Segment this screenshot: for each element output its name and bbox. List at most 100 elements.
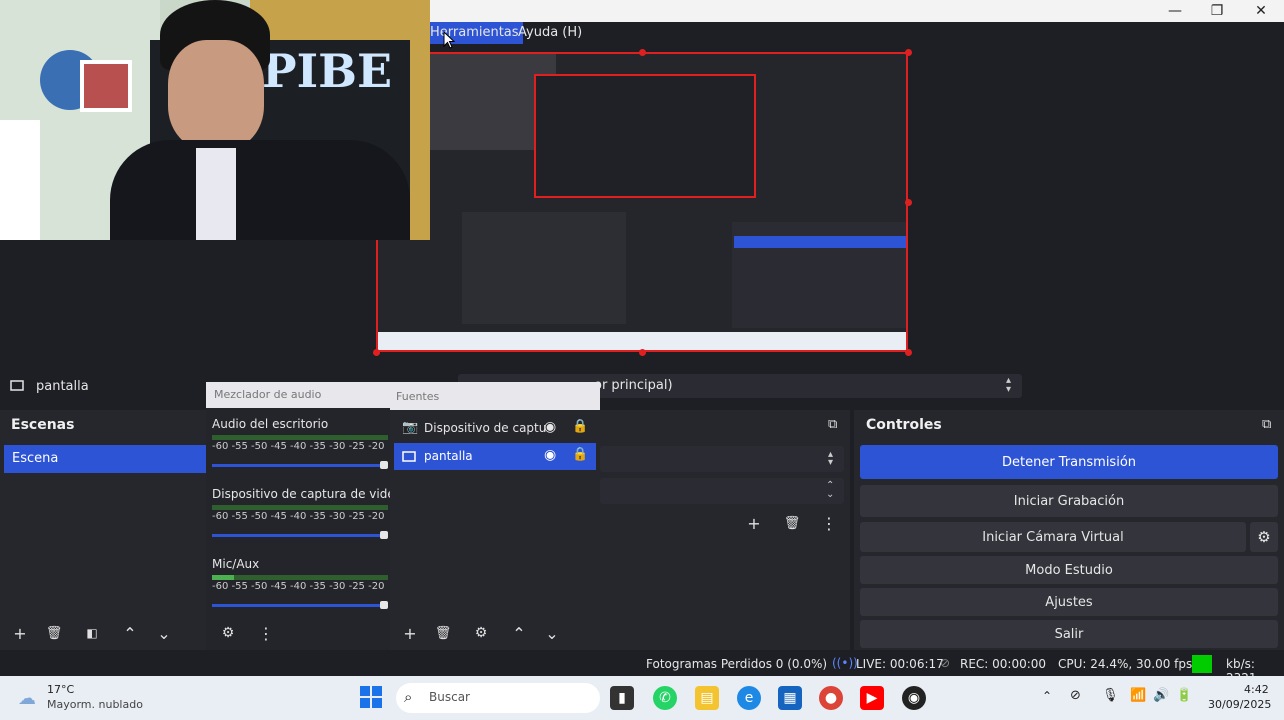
add-transition-button[interactable]: +	[742, 511, 766, 535]
menu-ayuda[interactable]: Ayuda (H)	[514, 22, 586, 44]
file-explorer-icon[interactable]: ▤	[695, 686, 719, 710]
controls-title: Controles	[866, 417, 942, 433]
audio-channel-name: Mic/Aux	[212, 557, 260, 571]
studio-mode-button[interactable]: Modo Estudio	[860, 556, 1278, 584]
battery-icon[interactable]: 🔋	[1176, 688, 1192, 703]
move-source-down-button[interactable]: ⌄	[540, 621, 564, 645]
duration-field[interactable]: ⌃ ⌄	[600, 478, 844, 504]
chevron-down-icon: ⌄	[545, 623, 559, 643]
microphone-icon[interactable]: 🎙	[1102, 688, 1119, 703]
volume-slider[interactable]	[212, 604, 384, 607]
transform-handle[interactable]	[905, 49, 912, 56]
undock-icon[interactable]: ⧉	[828, 417, 837, 432]
transform-handle[interactable]	[905, 199, 912, 206]
transform-handle[interactable]	[905, 349, 912, 356]
kebab-icon: ⋮	[821, 513, 837, 533]
volume-knob[interactable]	[380, 461, 388, 469]
start-recording-button[interactable]: Iniciar Grabación	[860, 485, 1278, 517]
audio-advanced-button[interactable]: ⚙	[216, 621, 240, 645]
weather-icon[interactable]: ☁	[18, 688, 36, 709]
jacket	[110, 140, 410, 240]
maximize-button[interactable]: ❐	[1196, 0, 1238, 22]
plus-icon: +	[747, 513, 761, 533]
volume-knob[interactable]	[380, 531, 388, 539]
volume-slider[interactable]	[212, 534, 384, 537]
add-source-button[interactable]: +	[398, 621, 422, 645]
chrome-icon[interactable]: ●	[819, 686, 843, 710]
eye-icon[interactable]: ◉	[544, 419, 556, 435]
trash-icon: 🗑	[434, 625, 452, 641]
start-virtual-camera-button[interactable]: Iniciar Cámara Virtual	[860, 522, 1246, 552]
lock-icon[interactable]: 🔒	[572, 447, 588, 462]
taskbar-search[interactable]: ⌕ Buscar	[396, 683, 600, 713]
stop-stream-button[interactable]: Detener Transmisión	[860, 445, 1278, 479]
whatsapp-icon[interactable]: ✆	[653, 686, 677, 710]
volume-slider[interactable]	[212, 464, 384, 467]
virtual-camera-settings-button[interactable]: ⚙	[1250, 522, 1278, 552]
remove-source-button[interactable]: 🗑	[431, 621, 455, 645]
transform-handle[interactable]	[639, 349, 646, 356]
kebab-icon: ⋮	[258, 623, 274, 643]
audio-menu-button[interactable]: ⋮	[254, 621, 278, 645]
mouse-cursor-icon	[443, 31, 455, 49]
windows-start-icon[interactable]	[360, 686, 382, 708]
transition-menu-button[interactable]: ⋮	[817, 511, 841, 535]
scene-item[interactable]: Escena	[4, 445, 206, 473]
source-properties-button[interactable]: ⚙	[469, 621, 493, 645]
face	[168, 40, 264, 150]
speaker-icon[interactable]: 🔊	[1153, 688, 1169, 703]
remove-transition-button[interactable]: 🗑	[780, 511, 804, 535]
audio-meter-fill	[212, 575, 234, 580]
chevron-up-icon: ⌃	[512, 623, 526, 643]
nested-controls	[732, 222, 906, 328]
nested-screen-capture	[378, 54, 906, 350]
volume-knob[interactable]	[380, 601, 388, 609]
filter-icon: ◧	[86, 626, 98, 640]
scene-filters-button[interactable]: ◧	[80, 621, 104, 645]
scenes-title: Escenas	[11, 417, 75, 433]
undock-icon[interactable]: ⧉	[1262, 417, 1271, 432]
obs-icon[interactable]: ◉	[902, 686, 926, 710]
remove-scene-button[interactable]: 🗑	[42, 621, 66, 645]
gear-icon: ⚙	[474, 625, 488, 641]
display-dropdown-value: or principal)	[594, 378, 673, 393]
source-item[interactable]: pantalla ◉ 🔒	[394, 443, 596, 470]
stream-health-indicator	[1192, 655, 1212, 673]
close-icon: ✕	[1255, 3, 1267, 19]
add-scene-button[interactable]: +	[8, 621, 32, 645]
sources-header: Fuentes	[390, 382, 600, 410]
youtube-icon[interactable]: ▶	[860, 686, 884, 710]
tray-chevron-up-icon[interactable]: ⌃	[1042, 689, 1052, 703]
minimize-button[interactable]: —	[1154, 0, 1196, 22]
edge-icon[interactable]: e	[737, 686, 761, 710]
eye-icon[interactable]: ◉	[544, 447, 556, 463]
close-button[interactable]: ✕	[1240, 0, 1282, 22]
obs-tray-icon[interactable]: ⊘	[1070, 688, 1081, 703]
clock-time[interactable]: 4:42	[1244, 683, 1269, 696]
wifi-icon[interactable]: 📶	[1130, 688, 1146, 703]
transform-handle[interactable]	[373, 349, 380, 356]
trash-icon: 🗑	[783, 515, 801, 531]
clock-date[interactable]: 30/09/2025	[1208, 698, 1271, 711]
active-source-name: pantalla	[36, 379, 89, 394]
store-icon[interactable]: ▦	[778, 686, 802, 710]
transform-handle[interactable]	[639, 49, 646, 56]
task-view-icon[interactable]: ▮	[610, 686, 634, 710]
weather-text: Mayorm. nublado	[47, 698, 143, 711]
menu-herramientas[interactable]: Herramientas	[426, 22, 523, 44]
camera-icon: 📷	[402, 420, 419, 435]
move-source-up-button[interactable]: ⌃	[507, 621, 531, 645]
move-scene-up-button[interactable]: ⌃	[118, 621, 142, 645]
monitor-icon	[10, 380, 24, 391]
move-scene-down-button[interactable]: ⌄	[152, 621, 176, 645]
source-item[interactable]: 📷 Dispositivo de captu ◉ 🔒	[394, 415, 596, 442]
audio-meter	[212, 505, 388, 510]
lock-icon[interactable]: 🔒	[572, 419, 588, 434]
transition-dropdown[interactable]: ▴ ▾	[600, 446, 844, 472]
preview-canvas[interactable]	[376, 52, 908, 352]
settings-button[interactable]: Ajustes	[860, 588, 1278, 616]
exit-button[interactable]: Salir	[860, 620, 1278, 648]
spinner-icon: ⌃ ⌄	[826, 480, 835, 500]
audio-meter	[212, 435, 388, 440]
sources-title: Fuentes	[396, 390, 440, 403]
